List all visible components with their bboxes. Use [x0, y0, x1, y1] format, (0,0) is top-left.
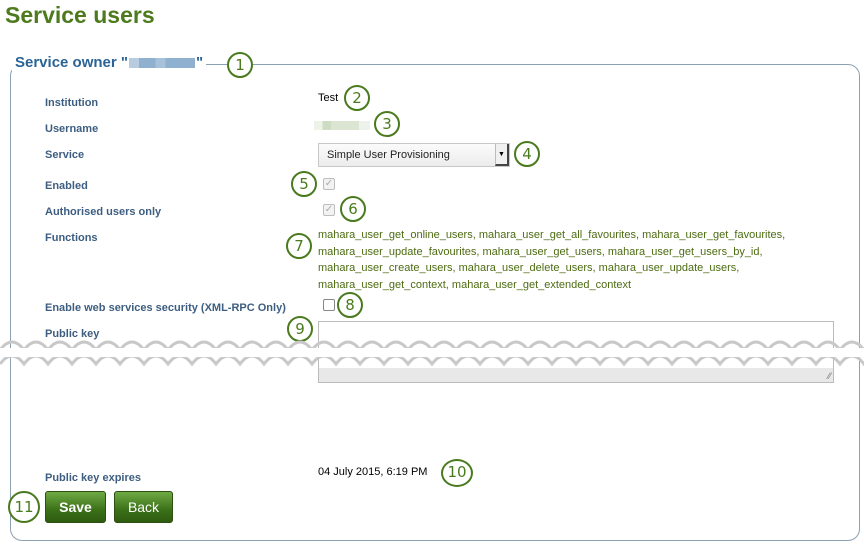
- enabled-label: Enabled: [45, 180, 88, 192]
- authorised-users-label: Authorised users only: [45, 206, 162, 218]
- username-label: Username: [45, 123, 99, 135]
- callout-2: 2: [344, 85, 370, 111]
- callout-5: 5: [291, 171, 317, 197]
- callout-3: 3: [374, 111, 400, 137]
- fieldset-legend: Service owner " ": [12, 54, 207, 71]
- institution-label: Institution: [45, 97, 99, 109]
- functions-list: mahara_user_get_online_users, mahara_use…: [318, 229, 786, 291]
- chevron-down-icon[interactable]: ▼: [495, 144, 509, 166]
- page-title: Service users: [5, 2, 155, 28]
- callout-10: 10: [441, 459, 473, 487]
- ws-security-label: Enable web services security (XML-RPC On…: [45, 302, 286, 314]
- service-select[interactable]: Simple User Provisioning ▼: [318, 143, 510, 167]
- callout-11: 11: [8, 491, 40, 523]
- callout-8: 8: [337, 292, 363, 318]
- save-button[interactable]: Save: [45, 491, 106, 523]
- legend-suffix: ": [196, 54, 204, 71]
- textarea-cut-region: [319, 368, 833, 382]
- redacted-username: [314, 121, 370, 130]
- resize-grip-icon[interactable]: ⁄⁄: [828, 371, 831, 381]
- callout-4: 4: [514, 141, 540, 167]
- service-label: Service: [45, 149, 85, 161]
- back-button[interactable]: Back: [114, 491, 173, 523]
- public-key-expires-label: Public key expires: [45, 472, 141, 484]
- redacted-owner-name: [129, 57, 195, 68]
- institution-value: Test: [318, 92, 339, 104]
- legend-prefix: Service owner ": [15, 54, 128, 71]
- authorised-users-checkbox[interactable]: ✓: [323, 204, 335, 216]
- public-key-expires-value: 04 July 2015, 6:19 PM: [318, 466, 428, 478]
- ws-security-checkbox[interactable]: [323, 299, 335, 311]
- functions-label: Functions: [45, 232, 98, 244]
- callout-1: 1: [227, 52, 253, 78]
- enabled-checkbox[interactable]: ✓: [323, 178, 335, 190]
- service-selected-value: Simple User Provisioning: [327, 149, 450, 161]
- callout-7: 7: [286, 233, 312, 259]
- cut-gap: [0, 348, 864, 357]
- callout-6: 6: [340, 196, 366, 222]
